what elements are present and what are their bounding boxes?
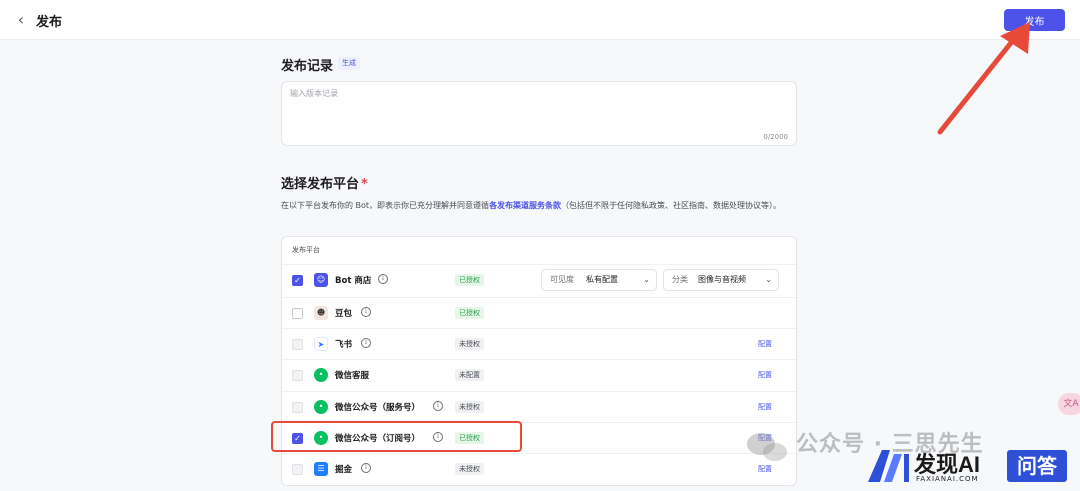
table-row: • 微信客服 未配置 配置 xyxy=(282,359,796,390)
wechat-icon: • xyxy=(314,368,328,382)
table-row: • 微信公众号（服务号） i 未授权 配置 xyxy=(282,391,796,422)
bot-store-icon: ☺ xyxy=(314,273,328,287)
platform-name: 微信公众号（服务号） xyxy=(335,403,421,413)
platform-name: Bot 商店 xyxy=(335,276,372,286)
checkbox-wechat-service[interactable] xyxy=(292,370,303,381)
status-badge: 未授权 xyxy=(455,401,484,413)
platform-name: 豆包 xyxy=(335,309,353,319)
platform-section-title-text: 选择发布平台 xyxy=(281,177,360,192)
table-row: ➤ 飞书 i 未授权 配置 xyxy=(282,328,796,359)
translate-icon[interactable]: 文A xyxy=(1058,393,1080,415)
status-badge: 未授权 xyxy=(455,463,484,475)
watermark-brand-sub: FAXIANAI.COM xyxy=(916,475,979,483)
info-icon[interactable]: i xyxy=(361,463,371,473)
annotation-arrow-icon xyxy=(937,22,1030,135)
checkbox-wechat-mp-service[interactable] xyxy=(292,402,303,413)
info-icon[interactable]: i xyxy=(361,338,371,348)
table-row: ✓ ☺ Bot 商店 i 已授权 可见度 私有配置 ⌄ 分类 图像与音视频 ⌄ xyxy=(282,264,796,295)
info-icon[interactable]: i xyxy=(361,307,371,317)
category-select[interactable]: 分类 图像与音视频 ⌄ xyxy=(663,269,779,291)
wechat-logo-icon xyxy=(747,433,787,461)
visibility-select[interactable]: 可见度 私有配置 ⌄ xyxy=(541,269,657,291)
category-value: 图像与音视频 xyxy=(698,275,746,284)
doubao-icon: ☻ xyxy=(314,306,328,320)
top-bar: ‹ 发布 发布 xyxy=(0,0,1080,40)
faxianai-logo-icon xyxy=(868,450,909,482)
info-icon[interactable]: i xyxy=(433,401,443,411)
visibility-value: 私有配置 xyxy=(586,275,618,284)
status-badge: 未授权 xyxy=(455,338,484,350)
config-link[interactable]: 配置 xyxy=(758,339,772,349)
checkbox-doubao[interactable] xyxy=(292,308,303,319)
required-mark: * xyxy=(361,177,368,192)
checkbox-feishu[interactable] xyxy=(292,339,303,350)
checkbox-juejin[interactable] xyxy=(292,464,303,475)
chevron-down-icon: ⌄ xyxy=(643,275,650,284)
terms-description: 在以下平台发布你的 Bot，即表示你已充分理解并同意遵循各发布渠道服务条款（包括… xyxy=(281,199,797,213)
terms-link[interactable]: 各发布渠道服务条款 xyxy=(489,201,561,210)
platform-section-title: 选择发布平台 * xyxy=(281,173,368,192)
table-row: ☰ 掘金 i 未授权 配置 xyxy=(282,453,796,484)
status-badge: 已授权 xyxy=(455,274,484,286)
platform-name: 微信客服 xyxy=(335,371,370,381)
platform-name: 掘金 xyxy=(335,465,353,475)
chevron-down-icon: ⌄ xyxy=(765,275,772,284)
wechat-icon: • xyxy=(314,400,328,414)
juejin-icon: ☰ xyxy=(314,462,328,476)
platform-name: 飞书 xyxy=(335,340,353,350)
status-badge: 未配置 xyxy=(455,369,484,381)
desc-before: 在以下平台发布你的 Bot，即表示你已充分理解并同意遵循 xyxy=(281,201,490,210)
status-badge: 已授权 xyxy=(455,307,484,319)
info-icon[interactable]: i xyxy=(378,274,388,284)
checkbox-bot-store[interactable]: ✓ xyxy=(292,275,303,286)
table-row: ☻ 豆包 i 已授权 xyxy=(282,297,796,328)
visibility-label: 可见度 xyxy=(550,275,574,284)
chevron-left-icon[interactable]: ‹ xyxy=(12,10,30,30)
table-header: 发布平台 xyxy=(292,246,320,254)
record-title: 发布记录 xyxy=(281,59,334,74)
category-label: 分类 xyxy=(672,275,688,284)
version-record-input[interactable] xyxy=(290,88,788,130)
page-title: 发布 xyxy=(36,15,63,30)
desc-after: （包括但不限于任何隐私政策、社区指南、数据处理协议等）。 xyxy=(561,201,782,210)
config-link[interactable]: 配置 xyxy=(758,464,772,474)
config-link[interactable]: 配置 xyxy=(758,402,772,412)
config-link[interactable]: 配置 xyxy=(758,370,772,380)
char-counter: 0/2000 xyxy=(763,133,788,141)
watermark-ask: 问答 xyxy=(1007,450,1067,482)
record-textarea-box: 0/2000 xyxy=(281,81,797,146)
highlight-box xyxy=(271,421,522,452)
generate-button[interactable]: 生成 xyxy=(338,57,360,70)
feishu-icon: ➤ xyxy=(314,337,328,351)
